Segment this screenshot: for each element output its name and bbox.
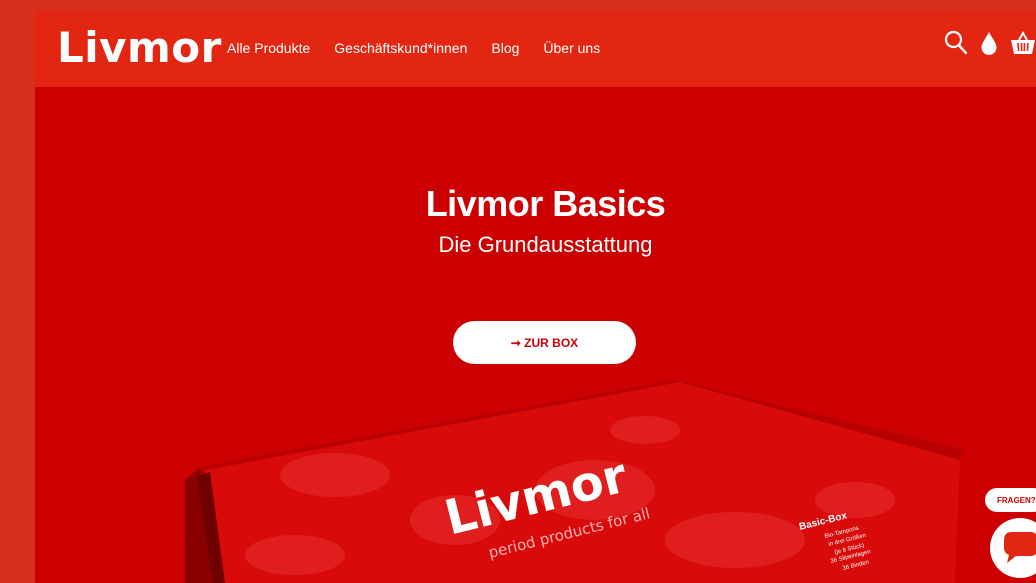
- product-box-image: Livmor period products for all Basic-Box…: [185, 380, 965, 583]
- page-frame: Livmor Alle Produkte Geschäftskund*innen…: [35, 10, 1036, 583]
- header-icons: [944, 30, 1036, 61]
- logo[interactable]: Livmor: [57, 24, 222, 72]
- fragen-label[interactable]: FRAGEN?: [985, 488, 1036, 512]
- hero-title: Livmor Basics: [425, 183, 666, 224]
- site-header: Livmor Alle Produkte Geschäftskund*innen…: [35, 10, 1036, 87]
- search-icon[interactable]: [944, 30, 968, 61]
- basket-icon[interactable]: [1010, 30, 1036, 61]
- nav-link-blog[interactable]: Blog: [491, 38, 519, 58]
- nav-link-geschaeftskunden[interactable]: Geschäftskund*innen: [334, 38, 467, 58]
- hero-subtitle: Die Grundausstattung: [438, 232, 653, 257]
- chat-bubble-icon: [1004, 532, 1036, 563]
- drop-icon[interactable]: [980, 30, 998, 61]
- nav-link-ueber-uns[interactable]: Über uns: [543, 38, 600, 58]
- nav-link-alle-produkte[interactable]: Alle Produkte: [227, 38, 310, 58]
- chat-button[interactable]: [990, 518, 1036, 578]
- main-nav: Alle Produkte Geschäftskund*innen Blog Ü…: [227, 38, 600, 58]
- zur-box-button[interactable]: ➞ ZUR BOX: [453, 321, 636, 364]
